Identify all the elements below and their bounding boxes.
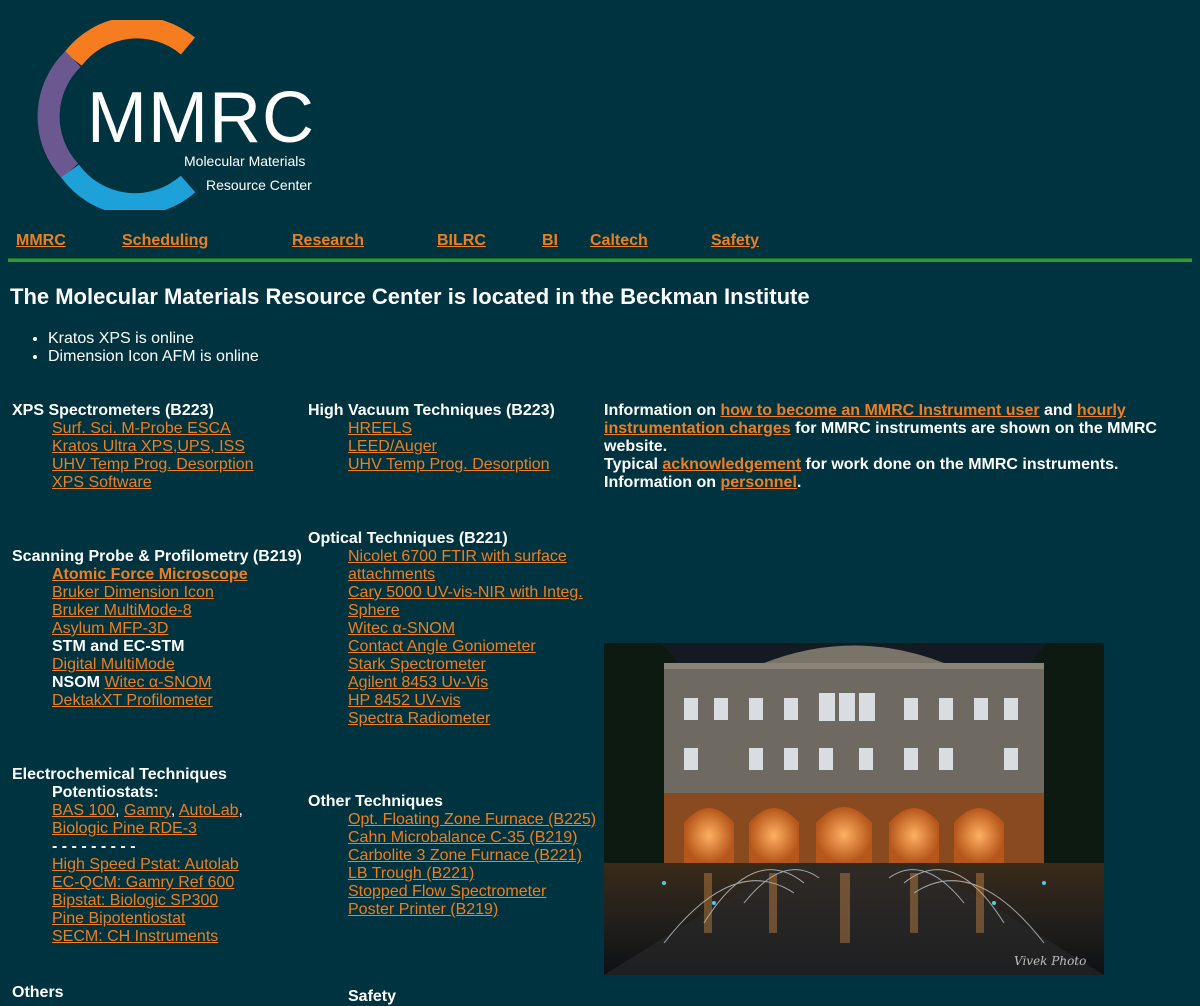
section-title: Scanning Probe & Profilometry (B219) bbox=[12, 548, 302, 565]
link-acknowledgement[interactable]: acknowledgement bbox=[662, 456, 801, 473]
link-spectra-radiometer[interactable]: Spectra Radiometer bbox=[348, 710, 490, 727]
section-title: Others bbox=[12, 984, 64, 1001]
link-leed-auger[interactable]: LEED/Auger bbox=[348, 438, 437, 455]
mmrc-logo: MMRC Molecular Materials Resource Center bbox=[30, 20, 340, 210]
link-lb-trough[interactable]: LB Trough (B221) bbox=[348, 865, 474, 882]
link-highspeed-pstat[interactable]: High Speed Pstat: Autolab bbox=[52, 856, 239, 873]
link-gamry[interactable]: Gamry bbox=[124, 802, 171, 819]
section-high-vacuum: High Vacuum Techniques (B223) HREELS LEE… bbox=[308, 402, 555, 474]
info-text: Information on bbox=[604, 402, 721, 419]
info-text: for work done on the MMRC instruments. bbox=[801, 456, 1119, 473]
link-cary-5000[interactable]: Cary 5000 UV-vis-NIR with Integ. bbox=[348, 584, 583, 601]
nav-research[interactable]: Research bbox=[292, 232, 364, 250]
link-digital-multimode[interactable]: Digital MultiMode bbox=[52, 656, 175, 673]
nav-divider bbox=[8, 258, 1192, 262]
link-personnel[interactable]: personnel bbox=[720, 474, 796, 491]
info-text: for MMRC instruments are shown on the MM… bbox=[790, 420, 1157, 437]
link-instrumentation-charges[interactable]: instrumentation charges bbox=[604, 420, 791, 437]
nav-mmrc[interactable]: MMRC bbox=[16, 232, 66, 250]
photo-watermark: Vivek Photo bbox=[1014, 954, 1086, 968]
link-nicolet-ftir[interactable]: Nicolet 6700 FTIR with surface bbox=[348, 548, 567, 565]
section-xps: XPS Spectrometers (B223) Surf. Sci. M-Pr… bbox=[12, 402, 254, 492]
link-dektak[interactable]: DektakXT Profilometer bbox=[52, 692, 213, 709]
building-night-image: Vivek Photo bbox=[604, 643, 1104, 975]
section-title: Electrochemical Techniques bbox=[12, 766, 227, 783]
info-text: Typical bbox=[604, 456, 663, 473]
potentiostats-label: Potentiostats: bbox=[52, 784, 159, 801]
beckman-institute-photo: Vivek Photo bbox=[604, 643, 1104, 975]
link-asylum-mfp3d[interactable]: Asylum MFP-3D bbox=[52, 620, 168, 637]
link-carbolite[interactable]: Carbolite 3 Zone Furnace (B221) bbox=[348, 847, 582, 864]
info-text: and bbox=[1039, 402, 1077, 419]
link-mprobe-esca[interactable]: Surf. Sci. M-Probe ESCA bbox=[52, 420, 231, 437]
logo-subtitle-line1: Molecular Materials bbox=[184, 153, 306, 169]
info-text: . bbox=[796, 474, 802, 491]
nav-safety[interactable]: Safety bbox=[711, 232, 759, 250]
link-poster-printer[interactable]: Poster Printer (B219) bbox=[348, 901, 498, 918]
nsom-label: NSOM bbox=[52, 674, 100, 691]
link-afm[interactable]: Atomic Force Microscope bbox=[52, 566, 248, 583]
link-kratos-xps[interactable]: Kratos Ultra XPS,UPS, ISS bbox=[52, 438, 245, 455]
link-agilent-8453[interactable]: Agilent 8453 Uv-Vis bbox=[348, 674, 488, 691]
section-title: High Vacuum Techniques (B223) bbox=[308, 402, 555, 419]
stm-label: STM and EC-STM bbox=[52, 638, 185, 655]
logo-title: MMRC bbox=[87, 78, 315, 158]
info-block: Information on how to become an MMRC Ins… bbox=[604, 402, 1174, 492]
link-dimension-icon[interactable]: Bruker Dimension Icon bbox=[52, 584, 214, 601]
section-title: Other Techniques bbox=[308, 793, 443, 810]
nav-caltech[interactable]: Caltech bbox=[590, 232, 648, 250]
link-become-user[interactable]: how to become an MMRC Instrument user bbox=[720, 402, 1039, 419]
section-spm: Scanning Probe & Profilometry (B219) Ato… bbox=[12, 548, 302, 710]
link-witec-snom-2[interactable]: Witec α-SNOM bbox=[348, 620, 455, 637]
nav-bilrc[interactable]: BILRC bbox=[437, 232, 486, 250]
link-nicolet-ftir-2[interactable]: attachments bbox=[348, 566, 435, 583]
news-list: Kratos XPS is online Dimension Icon AFM … bbox=[30, 330, 259, 366]
separator: - - - - - - - - - bbox=[52, 838, 136, 855]
nav-bi[interactable]: BI bbox=[542, 232, 558, 250]
section-title: Optical Techniques (B221) bbox=[308, 530, 508, 547]
link-secm[interactable]: SECM: CH Instruments bbox=[52, 928, 218, 945]
link-hp-8452[interactable]: HP 8452 UV-vis bbox=[348, 692, 461, 709]
link-hreels[interactable]: HREELS bbox=[348, 420, 412, 437]
section-other-techniques: Other Techniques Opt. Floating Zone Furn… bbox=[308, 793, 596, 919]
link-xps-software[interactable]: XPS Software bbox=[52, 474, 152, 491]
link-cahn[interactable]: Cahn Microbalance C-35 (B219) bbox=[348, 829, 577, 846]
section-title: XPS Spectrometers (B223) bbox=[12, 402, 214, 419]
link-floating-zone[interactable]: Opt. Floating Zone Furnace (B225) bbox=[348, 811, 596, 828]
news-item: Kratos XPS is online bbox=[48, 330, 259, 348]
section-title: Safety bbox=[348, 988, 397, 1005]
info-text: Information on bbox=[604, 474, 721, 491]
link-biologic-pine[interactable]: Biologic Pine RDE-3 bbox=[52, 820, 197, 837]
page-title: The Molecular Materials Resource Center … bbox=[10, 284, 810, 309]
link-cary-5000-2[interactable]: Sphere bbox=[348, 602, 400, 619]
link-contact-angle[interactable]: Contact Angle Goniometer bbox=[348, 638, 536, 655]
link-stopped-flow[interactable]: Stopped Flow Spectrometer bbox=[348, 883, 546, 900]
info-text: website. bbox=[604, 438, 668, 455]
nav-scheduling[interactable]: Scheduling bbox=[122, 232, 208, 250]
link-witec-snom[interactable]: Witec α-SNOM bbox=[104, 674, 211, 691]
link-hourly[interactable]: hourly bbox=[1077, 402, 1126, 419]
link-uhv-tpd-2[interactable]: UHV Temp Prog. Desorption bbox=[348, 456, 550, 473]
link-uhv-tpd[interactable]: UHV Temp Prog. Desorption bbox=[52, 456, 254, 473]
link-pine-bipot[interactable]: Pine Bipotentiostat bbox=[52, 910, 185, 927]
link-multimode-8[interactable]: Bruker MultiMode-8 bbox=[52, 602, 192, 619]
main-nav: MMRC Scheduling Research BILRC BI Caltec… bbox=[0, 232, 1200, 252]
link-ec-qcm[interactable]: EC-QCM: Gamry Ref 600 bbox=[52, 874, 234, 891]
section-others: Others bbox=[12, 984, 64, 1002]
logo-subtitle-line2: Resource Center bbox=[206, 177, 312, 193]
section-optical: Optical Techniques (B221) Nicolet 6700 F… bbox=[308, 530, 583, 728]
link-stark[interactable]: Stark Spectrometer bbox=[348, 656, 486, 673]
news-item: Dimension Icon AFM is online bbox=[48, 348, 259, 366]
section-safety: Safety bbox=[348, 988, 396, 1006]
link-autolab[interactable]: AutoLab bbox=[179, 802, 239, 819]
link-bas100[interactable]: BAS 100 bbox=[52, 802, 115, 819]
link-bipstat[interactable]: Bipstat: Biologic SP300 bbox=[52, 892, 218, 909]
section-electrochem: Electrochemical Techniques Potentiostats… bbox=[12, 766, 243, 945]
